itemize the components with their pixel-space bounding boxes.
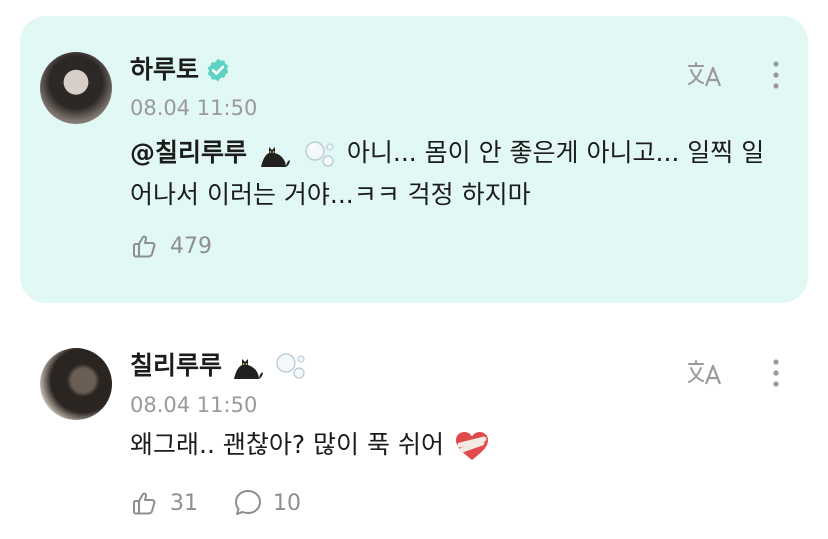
- like-button[interactable]: 31: [130, 488, 198, 518]
- comment-text: 왜그래.. 괜찮아? 많이 푹 쉬어: [130, 430, 444, 459]
- comment-body: 왜그래.. 괜찮아? 많이 푹 쉬어: [130, 424, 492, 466]
- author-name[interactable]: 칠리루루: [130, 351, 310, 381]
- like-icon: [133, 492, 156, 515]
- comment-time: 08.04 11:50: [130, 393, 258, 417]
- like-count: 31: [170, 490, 198, 516]
- more-vertical-icon: [773, 61, 779, 89]
- like-icon: [133, 235, 156, 258]
- reply-icon: [235, 490, 261, 515]
- author-name-text: 하루토: [130, 55, 200, 84]
- black-cat-emoji: [260, 147, 290, 167]
- black-cat-emoji: [234, 359, 264, 379]
- translate-button[interactable]: [686, 355, 726, 391]
- author-name[interactable]: 하루토: [130, 55, 231, 85]
- reply-button[interactable]: 10: [233, 488, 301, 518]
- translate-icon: [688, 360, 722, 385]
- like-count: 479: [170, 233, 212, 259]
- translate-icon: [688, 62, 722, 87]
- avatar[interactable]: [40, 52, 112, 124]
- bubbles-emoji: [276, 353, 305, 379]
- translate-button[interactable]: [686, 57, 726, 93]
- bubbles-emoji: [305, 141, 334, 167]
- author-name-text: 칠리루루: [130, 351, 223, 380]
- comment-time: 08.04 11:50: [130, 96, 258, 120]
- avatar[interactable]: [40, 348, 112, 420]
- like-button[interactable]: 479: [130, 231, 212, 261]
- comment-body: @칠리루루 아니... 몸이 안 좋은게 아니고... 일찍 일어나서 이러는 …: [130, 132, 780, 216]
- more-options-button[interactable]: [756, 355, 796, 391]
- more-vertical-icon: [773, 359, 779, 387]
- verified-badge-icon: [207, 58, 229, 82]
- reply-count: 10: [273, 490, 301, 516]
- mending-heart-emoji: [455, 432, 488, 460]
- more-options-button[interactable]: [756, 57, 796, 93]
- mention-link[interactable]: @칠리루루: [130, 138, 247, 167]
